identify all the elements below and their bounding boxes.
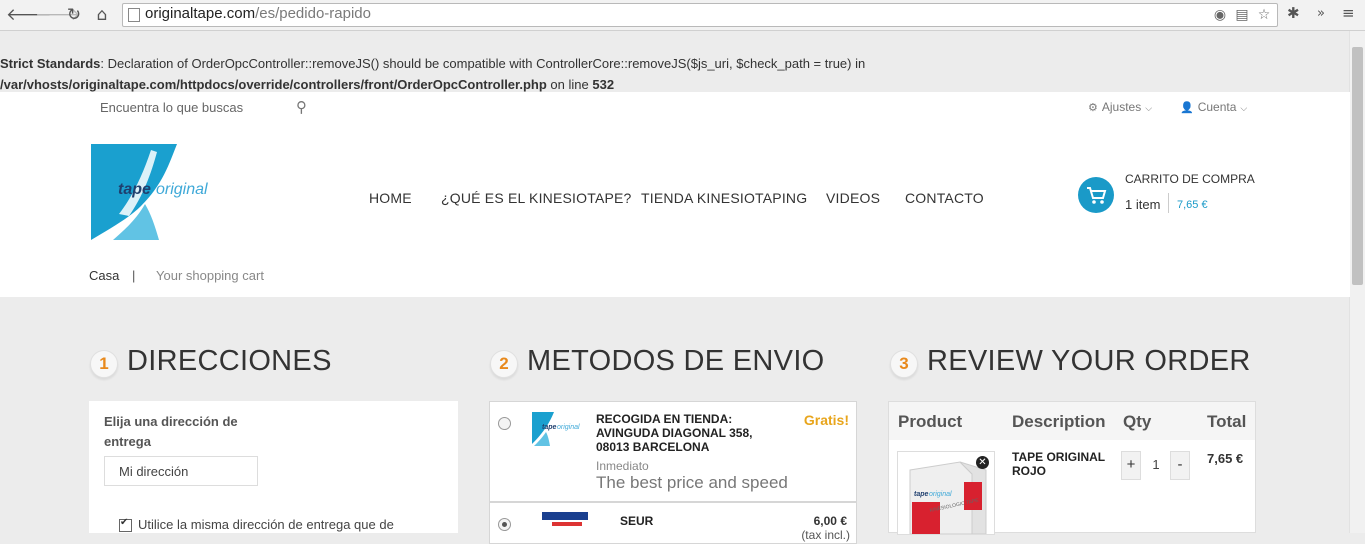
svg-text:tape: tape xyxy=(914,491,929,498)
shipping-price-store: Gratis! xyxy=(803,412,849,428)
qty-plus-button[interactable]: + xyxy=(1121,451,1141,480)
shipping-price-note-seur: (tax incl.) xyxy=(801,528,850,542)
shipping-radio-store[interactable] xyxy=(498,417,511,430)
breadcrumb-home[interactable]: Casa xyxy=(89,268,119,283)
star-icon[interactable]: ☆ xyxy=(1255,6,1273,24)
page-scrollbar[interactable] xyxy=(1349,31,1365,533)
svg-text:tape: tape xyxy=(542,424,557,431)
remove-x-icon[interactable]: ✕ xyxy=(976,456,989,469)
step-1-number: 1 xyxy=(90,350,118,378)
step-1-title: DIRECCIONES xyxy=(127,345,332,377)
review-item-description[interactable]: TAPE ORIGINAL ROJO xyxy=(1012,450,1112,478)
svg-text:tape: tape xyxy=(118,181,151,198)
browser-toolbar: 🡐 🡒 ↻ ⌂ originaltape.com/es/pedido-rapid… xyxy=(0,0,1365,31)
review-item-total: 7,65 € xyxy=(1207,451,1244,466)
back-arrow-icon[interactable]: 🡐 xyxy=(6,4,52,26)
nav-home[interactable]: HOME xyxy=(369,190,412,206)
same-address-label[interactable]: Utilice la misma dirección de entrega qu… xyxy=(138,517,394,532)
shipping-radio-seur[interactable] xyxy=(498,518,511,531)
svg-text:original: original xyxy=(929,491,952,498)
scrollbar-thumb[interactable] xyxy=(1352,47,1363,285)
nav-videos[interactable]: VIDEOS xyxy=(826,190,880,206)
warning-message: : Declaration of OrderOpcController::rem… xyxy=(100,56,866,71)
reload-icon[interactable]: ↻ xyxy=(63,4,85,26)
carrier-logo-store: tape original xyxy=(532,412,580,446)
page-action-icon[interactable]: ▤ xyxy=(1233,6,1251,24)
cart-total: 7,65 € xyxy=(1177,199,1208,211)
user-icon: 👤 xyxy=(1180,101,1194,114)
gear-icon: ⚙ xyxy=(1088,101,1098,114)
warning-path: /var/vhosts/originaltape.com/httpdocs/ov… xyxy=(0,77,547,92)
shipping-delay-store: Inmediato xyxy=(596,459,649,473)
svg-text:original: original xyxy=(156,181,208,198)
chevron-down-icon: ⌵ xyxy=(1240,104,1248,114)
breadcrumb-separator: | xyxy=(132,268,136,283)
php-warning: Strict Standards: Declaration of OrderOp… xyxy=(0,56,866,92)
step-2-title: METODOS DE ENVIO xyxy=(527,345,825,377)
cart-divider xyxy=(1168,193,1169,213)
review-col-description: Description xyxy=(1012,412,1106,431)
warning-label: Strict Standards xyxy=(0,56,101,71)
logo[interactable]: tape original xyxy=(89,144,221,242)
address-select[interactable]: Mi dirección xyxy=(104,456,258,486)
nav-tienda[interactable]: TIENDA KINESIOTAPING xyxy=(641,190,807,206)
forward-arrow-icon[interactable]: 🡒 xyxy=(35,4,81,26)
url-text[interactable]: originaltape.com/es/pedido-rapido xyxy=(145,5,371,22)
shipping-name-store: RECOGIDA EN TIENDA: AVINGUDA DIAGONAL 35… xyxy=(596,412,753,454)
shipping-desc-store: The best price and speed xyxy=(596,473,788,492)
site-header: Encuentra lo que buscas ⚲ ⚙ Ajustes ⌵ 👤 Cue… xyxy=(0,92,1350,297)
same-address-checkbox[interactable] xyxy=(119,517,132,532)
carrier-logo-seur xyxy=(542,512,588,520)
chevron-down-icon: ⌵ xyxy=(1145,104,1153,114)
step-2-number: 2 xyxy=(490,350,518,378)
extension-icon[interactable]: ✱ xyxy=(1287,4,1300,22)
step-3-number: 3 xyxy=(890,350,918,378)
cart-title[interactable]: CARRITO DE COMPRA xyxy=(1125,172,1255,186)
warning-line: 532 xyxy=(592,77,615,92)
cart-items[interactable]: 1 item xyxy=(1125,197,1160,212)
nav-contacto[interactable]: CONTACTO xyxy=(905,190,984,206)
shipping-option-store[interactable]: tape original RECOGIDA EN TIENDA: AVINGU… xyxy=(489,401,857,502)
translate-icon[interactable]: ◉ xyxy=(1211,6,1229,24)
step-3-title: REVIEW YOUR ORDER xyxy=(927,345,1251,377)
nav-kinesiotape[interactable]: ¿QUÉ ES EL KINESIOTAPE? xyxy=(441,190,632,206)
shipping-name-seur: SEUR xyxy=(620,514,654,528)
review-col-total: Total xyxy=(1207,412,1247,431)
account-menu[interactable]: 👤 Cuenta ⌵ xyxy=(1180,100,1247,114)
carrier-logo-seur-accent xyxy=(552,522,582,526)
home-icon[interactable]: ⌂ xyxy=(91,4,113,26)
shipping-price-seur: 6,00 € xyxy=(813,514,847,528)
svg-text:original: original xyxy=(557,424,580,431)
search-icon[interactable]: ⚲ xyxy=(296,98,307,116)
page-icon xyxy=(128,8,140,22)
address-label: Elija una dirección de entrega xyxy=(104,414,238,449)
qty-input[interactable]: 1 xyxy=(1142,451,1170,478)
cart-icon[interactable] xyxy=(1078,177,1114,213)
search-input[interactable]: Encuentra lo que buscas xyxy=(100,100,243,115)
menu-icon[interactable]: ≡ xyxy=(1342,4,1355,22)
qty-minus-button[interactable]: - xyxy=(1170,451,1190,480)
review-col-qty: Qty xyxy=(1123,412,1152,431)
shipping-option-seur[interactable]: SEUR 6,00 € (tax incl.) xyxy=(489,502,857,544)
overflow-chevron-icon[interactable]: » xyxy=(1317,6,1325,21)
breadcrumb-current: Your shopping cart xyxy=(156,268,264,283)
settings-menu[interactable]: ⚙ Ajustes ⌵ xyxy=(1088,100,1152,114)
review-col-product: Product xyxy=(898,412,963,431)
address-bar[interactable]: originaltape.com/es/pedido-rapido ◉ ▤ ☆ xyxy=(122,3,1278,27)
